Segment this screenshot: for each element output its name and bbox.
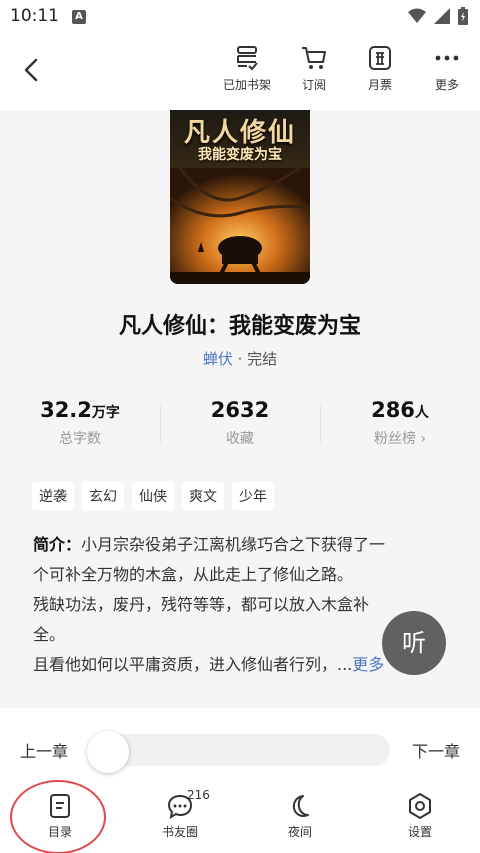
prev-chapter-button[interactable]: 上一章 bbox=[20, 738, 68, 762]
stat-fans[interactable]: 286人 粉丝榜 › bbox=[320, 398, 480, 448]
tag[interactable]: 少年 bbox=[232, 482, 274, 510]
cover-artwork bbox=[170, 168, 310, 284]
tag[interactable]: 爽文 bbox=[182, 482, 224, 510]
bookshelf-check-icon bbox=[237, 46, 258, 71]
notification-icon: A bbox=[72, 10, 86, 24]
cart-icon bbox=[302, 47, 326, 69]
book-status: 完结 bbox=[247, 350, 278, 368]
book-meta: 蝉伏 · 完结 bbox=[0, 348, 480, 369]
chapter-navigation: 上一章 下一章 bbox=[0, 730, 480, 773]
tag[interactable]: 仙侠 bbox=[132, 482, 174, 510]
status-time: 10:11 bbox=[10, 6, 59, 26]
fans-ranking-link: 粉丝榜 › bbox=[373, 431, 427, 447]
nav-settings-label: 设置 bbox=[407, 825, 432, 839]
word-count-value: 32.2 bbox=[40, 398, 92, 422]
author-link[interactable]: 蝉伏 bbox=[203, 350, 233, 368]
meta-separator: · bbox=[237, 350, 248, 368]
favorites-label: 收藏 bbox=[226, 431, 254, 447]
bookshelf-added-button[interactable]: 已加书架 bbox=[217, 44, 277, 104]
tag[interactable]: 逆袭 bbox=[32, 482, 74, 510]
intro-more-link[interactable]: 更多 bbox=[352, 655, 384, 674]
nav-night-mode-label: 夜间 bbox=[287, 825, 312, 839]
tag-list: 逆袭 玄幻 仙侠 爽文 少年 bbox=[32, 482, 274, 510]
monthly-ticket-button[interactable]: 月票 bbox=[350, 44, 410, 104]
reader-bottom-bar: 上一章 下一章 目录 216 书友圈 夜间 设置 bbox=[0, 708, 480, 853]
more-label: 更多 bbox=[434, 78, 459, 92]
intro-line: 小月宗杂役弟子江离机缘巧合之下获得了一 bbox=[81, 535, 386, 554]
back-button[interactable] bbox=[16, 54, 48, 86]
nav-book-circle[interactable]: 216 书友圈 bbox=[140, 788, 220, 840]
listen-button[interactable]: 听 bbox=[382, 611, 446, 675]
more-button[interactable]: 更多 bbox=[417, 44, 477, 104]
ticket-icon bbox=[369, 46, 391, 70]
more-dots-icon bbox=[435, 55, 459, 61]
intro-line: 个可补全万物的木盒，从此走上了修仙之路。 bbox=[33, 565, 354, 584]
subscribe-label: 订阅 bbox=[301, 78, 326, 92]
stat-favorites: 2632 收藏 bbox=[160, 398, 320, 448]
settings-icon bbox=[409, 793, 431, 819]
moon-icon bbox=[292, 795, 309, 818]
favorites-value: 2632 bbox=[210, 398, 270, 422]
signal-icon bbox=[434, 8, 450, 24]
chevron-left-icon bbox=[24, 58, 38, 82]
status-bar: 10:11 A bbox=[0, 0, 480, 34]
book-circle-badge: 216 bbox=[187, 788, 210, 802]
nav-book-circle-label: 书友圈 bbox=[161, 825, 198, 839]
chapter-progress-slider[interactable] bbox=[88, 734, 390, 766]
nav-settings[interactable]: 设置 bbox=[380, 792, 460, 840]
intro-heading: 简介： bbox=[33, 535, 82, 554]
book-stats: 32.2万字 总字数 2632 收藏 286人 粉丝榜 › bbox=[0, 398, 480, 458]
stat-word-count: 32.2万字 总字数 bbox=[0, 398, 160, 448]
fans-unit: 人 bbox=[414, 405, 429, 421]
catalog-highlight-ring bbox=[10, 780, 106, 853]
book-detail: 凡人修仙 我能变废为宝 凡人修仙：我能变废为宝 蝉伏 · 完结 32.2万字 总… bbox=[0, 110, 480, 708]
word-count-unit: 万字 bbox=[91, 405, 120, 421]
cover-subtitle: 我能变废为宝 bbox=[198, 147, 282, 163]
intro-line: 残缺功法，废丹，残符等等，都可以放入木盒补 bbox=[33, 595, 370, 614]
next-chapter-button[interactable]: 下一章 bbox=[412, 738, 460, 762]
fans-value: 286 bbox=[371, 398, 415, 422]
book-cover[interactable]: 凡人修仙 我能变废为宝 bbox=[170, 110, 310, 284]
nav-night-mode[interactable]: 夜间 bbox=[260, 792, 340, 840]
wifi-icon bbox=[408, 8, 426, 23]
tag[interactable]: 玄幻 bbox=[82, 482, 124, 510]
book-title: 凡人修仙：我能变废为宝 bbox=[118, 314, 361, 339]
bookshelf-added-label: 已加书架 bbox=[222, 78, 271, 92]
status-indicators bbox=[408, 7, 468, 25]
subscribe-button[interactable]: 订阅 bbox=[284, 44, 344, 104]
slider-thumb[interactable] bbox=[87, 731, 129, 773]
word-count-label: 总字数 bbox=[59, 431, 101, 447]
monthly-ticket-label: 月票 bbox=[367, 78, 392, 92]
battery-icon bbox=[458, 7, 468, 25]
top-toolbar: 已加书架 订阅 月票 更多 bbox=[0, 34, 480, 110]
intro-line: 且看他如何以平庸资质，进入修仙者行列，... bbox=[33, 655, 353, 674]
